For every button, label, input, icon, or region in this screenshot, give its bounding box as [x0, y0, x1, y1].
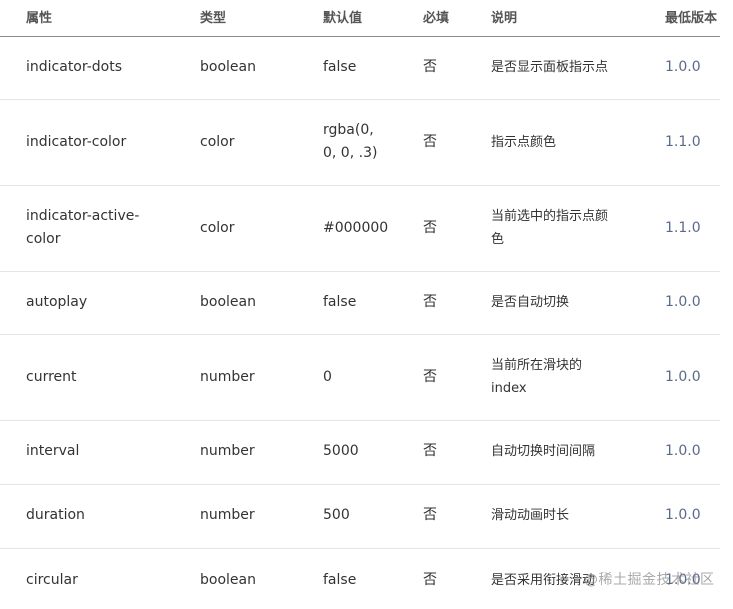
- cell-type: boolean: [200, 59, 256, 75]
- cell-version: 1.0.0: [665, 369, 701, 385]
- table-row: indicator-color color rgba(0, 0, 0, .3) …: [0, 100, 720, 186]
- header-version: 最低版本: [665, 11, 718, 26]
- cell-default: 500: [323, 507, 350, 523]
- cell-attr: duration: [26, 507, 85, 523]
- cell-version: 1.0.0: [665, 59, 701, 75]
- cell-default: false: [323, 294, 357, 310]
- cell-type: color: [200, 220, 235, 236]
- table-row: duration number 500 否 滑动动画时长 1.0.0: [0, 485, 720, 549]
- cell-required: 否: [423, 294, 437, 310]
- cell-type: boolean: [200, 294, 256, 310]
- cell-attr: autoplay: [26, 294, 88, 310]
- cell-desc: 指示点颜色: [491, 135, 557, 150]
- cell-desc: 是否自动切换: [491, 295, 570, 310]
- cell-desc: 是否显示面板指示点: [491, 60, 609, 75]
- header-attr: 属性: [26, 11, 53, 26]
- cell-default: 5000: [323, 443, 359, 459]
- table-row: indicator-active- color color #000000 否 …: [0, 186, 720, 272]
- cell-default: rgba(0, 0, 0, .3): [323, 122, 378, 161]
- table-row: autoplay boolean false 否 是否自动切换 1.0.0: [0, 272, 720, 335]
- header-default: 默认值: [323, 11, 363, 26]
- cell-attr: current: [26, 369, 77, 385]
- cell-desc: 当前选中的指示点颜 色: [491, 209, 609, 247]
- watermark: @稀土掘金技术社区: [584, 572, 715, 588]
- cell-desc: 当前所在滑块的 index: [491, 358, 583, 396]
- cell-required: 否: [423, 134, 437, 150]
- cell-desc: 滑动动画时长: [491, 508, 570, 523]
- cell-attr: indicator-dots: [26, 59, 123, 75]
- cell-required: 否: [423, 572, 437, 588]
- cell-version: 1.1.0: [665, 220, 701, 236]
- header-type: 类型: [200, 11, 227, 26]
- cell-default: false: [323, 572, 357, 588]
- cell-required: 否: [423, 369, 437, 385]
- header-desc: 说明: [491, 11, 518, 26]
- cell-version: 1.1.0: [665, 134, 701, 150]
- cell-version: 1.0.0: [665, 443, 701, 459]
- cell-version: 1.0.0: [665, 507, 701, 523]
- cell-version: 1.0.0: [665, 294, 701, 310]
- cell-type: number: [200, 507, 255, 523]
- table-row: interval number 5000 否 自动切换时间间隔 1.0.0: [0, 421, 720, 485]
- attributes-table: 属性 类型 默认值 必填 说明 最低版本 indicator-dots bool…: [0, 0, 720, 609]
- cell-required: 否: [423, 443, 437, 459]
- cell-attr: indicator-active- color: [26, 208, 140, 247]
- cell-type: number: [200, 443, 255, 459]
- cell-required: 否: [423, 59, 437, 75]
- cell-default: false: [323, 59, 357, 75]
- cell-default: #000000: [323, 220, 389, 236]
- cell-attr: interval: [26, 443, 80, 459]
- table-header: 属性 类型 默认值 必填 说明 最低版本: [0, 0, 720, 37]
- cell-attr: circular: [26, 572, 78, 588]
- cell-required: 否: [423, 220, 437, 236]
- cell-required: 否: [423, 507, 437, 523]
- table-row: current number 0 否 当前所在滑块的 index 1.0.0: [0, 335, 720, 421]
- table-row: indicator-dots boolean false 否 是否显示面板指示点…: [0, 37, 720, 100]
- cell-desc: 自动切换时间间隔: [491, 444, 596, 459]
- cell-type: number: [200, 369, 255, 385]
- cell-type: boolean: [200, 572, 256, 588]
- cell-type: color: [200, 134, 235, 150]
- cell-default: 0: [323, 369, 332, 385]
- header-required: 必填: [423, 11, 450, 26]
- cell-attr: indicator-color: [26, 134, 127, 150]
